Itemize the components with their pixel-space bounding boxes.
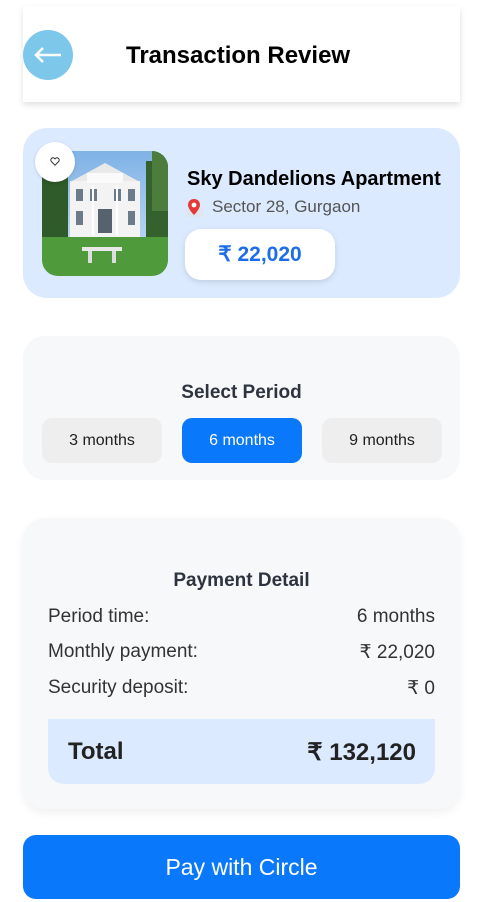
total-box: Total ₹ 132,120 bbox=[48, 719, 435, 784]
price-badge: ₹ 22,020 bbox=[185, 229, 335, 280]
period-option-3-months[interactable]: 3 months bbox=[42, 418, 162, 463]
back-button[interactable] bbox=[23, 30, 73, 80]
period-option-9-months[interactable]: 9 months bbox=[322, 418, 442, 463]
row-label: Monthly payment: bbox=[48, 641, 198, 662]
row-value: ₹ 22,020 bbox=[359, 642, 435, 663]
map-pin-icon bbox=[186, 199, 204, 217]
period-selector: Select Period 3 months 6 months 9 months bbox=[23, 336, 460, 480]
location-text: Sector 28, Gurgaon bbox=[212, 197, 361, 216]
row-label: Security deposit: bbox=[48, 677, 189, 698]
pay-with-circle-button[interactable]: Pay with Circle bbox=[23, 835, 460, 899]
total-label: Total bbox=[68, 738, 124, 765]
total-value: ₹ 132,120 bbox=[307, 739, 416, 766]
header-bar: Transaction Review bbox=[23, 6, 460, 102]
page-title: Transaction Review bbox=[126, 42, 351, 69]
payment-title: Payment Detail bbox=[173, 570, 310, 591]
payment-detail-card: Payment Detail Period time: 6 months Mon… bbox=[23, 518, 460, 809]
favorite-button[interactable] bbox=[35, 142, 75, 182]
row-label: Period time: bbox=[48, 606, 150, 627]
row-value: 6 months bbox=[356, 606, 435, 627]
property-name: Sky Dandelions Apartment bbox=[187, 168, 441, 190]
period-title: Select Period bbox=[181, 382, 302, 403]
heart-icon bbox=[50, 157, 60, 166]
property-card: Sky Dandelions Apartment Sector 28, Gurg… bbox=[23, 128, 460, 298]
row-value: ₹ 0 bbox=[407, 678, 435, 699]
period-option-6-months[interactable]: 6 months bbox=[182, 418, 302, 463]
arrow-left-icon bbox=[34, 47, 61, 63]
